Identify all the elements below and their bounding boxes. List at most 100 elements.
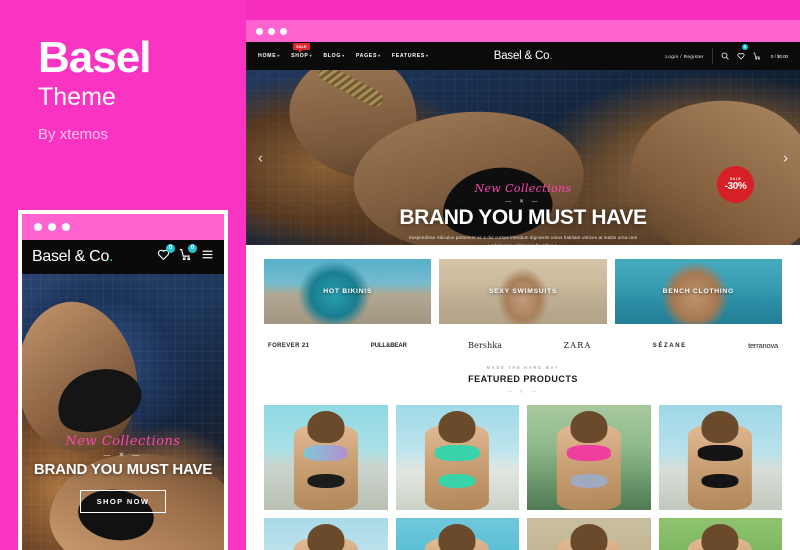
window-dot-minimize[interactable] xyxy=(268,27,275,35)
hero-headline: BRAND YOU MUST HAVE xyxy=(399,206,647,229)
hero-divider: — ✕ — xyxy=(103,452,143,459)
category-tiles: HOT BIKINIS SEXY SWIMSUITS BENCH CLOTHIN… xyxy=(246,245,800,334)
window-dot-minimize[interactable] xyxy=(48,223,56,231)
chevron-down-icon: ▾ xyxy=(426,53,429,58)
cart-total-text[interactable]: 0 / $0.00 xyxy=(771,54,788,59)
nav-label: HOME xyxy=(258,53,277,59)
chevron-down-icon: ▾ xyxy=(378,53,381,58)
wishlist-icon[interactable]: 0 xyxy=(737,44,748,65)
chevron-down-icon: ▾ xyxy=(342,53,345,58)
mobile-header-actions: 0 0 xyxy=(157,244,214,266)
nav-label: BLOG xyxy=(323,53,342,59)
site-logo-text: Basel & Co. xyxy=(493,50,553,62)
product-photo-top xyxy=(698,444,743,461)
hero-paragraph: Suspendisse ridiculus parturient ac a du… xyxy=(408,235,638,245)
product-photo-hair xyxy=(438,524,476,550)
brand-logo-pullandbear[interactable]: PULL&BEAR xyxy=(371,343,407,349)
nav-sale-badge: SALE xyxy=(293,43,310,53)
nav-item-blog[interactable]: BLOG▾ xyxy=(323,53,345,59)
login-register-link[interactable]: Login / Register xyxy=(665,54,704,59)
wishlist-icon[interactable]: 0 xyxy=(157,244,175,266)
brand-logo-forever21[interactable]: FOREVER 21 xyxy=(268,343,309,349)
header-actions: Login / Register 0 0 / $0.00 xyxy=(665,44,788,65)
product-photo-hair xyxy=(307,411,345,443)
category-tile-bench-clothing[interactable]: BENCH CLOTHING xyxy=(614,259,782,324)
product-photo-hair xyxy=(570,411,608,443)
window-dot-maximize[interactable] xyxy=(62,223,70,231)
window-dot-close[interactable] xyxy=(256,27,263,35)
nav-item-features[interactable]: FEATURES▾ xyxy=(392,53,429,59)
cart-icon[interactable] xyxy=(753,47,761,65)
product-grid xyxy=(246,401,800,550)
mobile-hero-slider[interactable]: New Collections — ✕ — BRAND YOU MUST HAV… xyxy=(22,274,224,550)
product-card[interactable] xyxy=(527,518,651,550)
product-card[interactable] xyxy=(658,518,782,550)
product-photo-bottom xyxy=(570,474,608,488)
product-card[interactable] xyxy=(395,518,519,550)
chevron-left-icon[interactable]: ‹ xyxy=(258,150,263,165)
product-card[interactable] xyxy=(264,518,388,550)
featured-products-heading: MADE THE HARD WAY FEATURED PRODUCTS — ✕ … xyxy=(246,361,800,401)
window-dot-close[interactable] xyxy=(34,223,42,231)
search-icon[interactable] xyxy=(721,47,729,65)
brand-logo-bershka[interactable]: Bershka xyxy=(468,341,502,350)
desktop-site-header: HOME▾ SALE SHOP▾ BLOG▾ PAGES▾ FEATURES▾ … xyxy=(246,42,800,70)
brand-logo-sezane[interactable]: SÉZANE xyxy=(653,343,687,349)
promo-byline: By xtemos xyxy=(38,126,109,143)
chevron-right-icon[interactable]: › xyxy=(783,150,788,165)
site-logo[interactable]: Basel & Co. xyxy=(494,50,553,62)
sale-badge-value: -30% xyxy=(724,181,747,192)
window-dot-maximize[interactable] xyxy=(280,27,287,35)
promo-title: Basel xyxy=(38,33,151,82)
featured-divider: — ✕ — xyxy=(507,389,539,395)
category-tile-sexy-swimsuits[interactable]: SEXY SWIMSUITS xyxy=(439,259,607,324)
hero-shop-now-button[interactable]: SHOP NOW xyxy=(79,489,167,513)
mobile-site-logo-text: Basel & Co. xyxy=(32,248,114,265)
product-photo-bottom xyxy=(701,474,739,488)
hero-divider: — ✕ — xyxy=(505,199,541,205)
mobile-site-logo[interactable]: Basel & Co. xyxy=(32,248,114,266)
product-card[interactable] xyxy=(658,405,782,510)
product-card[interactable] xyxy=(527,405,651,510)
cart-icon[interactable]: 0 xyxy=(179,244,197,266)
desktop-titlebar xyxy=(246,20,800,42)
brand-logo-terranova[interactable]: terranova xyxy=(748,341,778,350)
hero-content: New Collections — ✕ — BRAND YOU MUST HAV… xyxy=(246,182,800,245)
product-card[interactable] xyxy=(395,405,519,510)
mobile-site-header: Basel & Co. 0 0 xyxy=(22,240,224,274)
main-navigation: HOME▾ SALE SHOP▾ BLOG▾ PAGES▾ FEATURES▾ xyxy=(258,43,429,59)
featured-subtitle: MADE THE HARD WAY xyxy=(486,365,560,370)
chevron-down-icon: ▾ xyxy=(277,53,281,58)
wishlist-count: 0 xyxy=(166,244,175,253)
category-label: SEXY SWIMSUITS xyxy=(488,288,558,295)
category-tile-hot-bikinis[interactable]: HOT BIKINIS xyxy=(264,259,432,324)
product-photo-hair xyxy=(701,411,739,443)
mobile-titlebar xyxy=(22,214,224,240)
product-photo-hair xyxy=(570,524,608,550)
nav-label: PAGES xyxy=(355,53,378,59)
product-card[interactable] xyxy=(264,405,388,510)
brand-logo-zara[interactable]: ZARA xyxy=(564,341,592,350)
nav-item-shop[interactable]: SALE SHOP▾ xyxy=(291,43,313,59)
nav-label: SHOP xyxy=(291,53,309,59)
desktop-browser-mockup: HOME▾ SALE SHOP▾ BLOG▾ PAGES▾ FEATURES▾ … xyxy=(246,20,800,550)
chevron-down-icon: ▾ xyxy=(309,53,313,58)
hero-sale-badge: SALE -30% xyxy=(717,166,754,203)
category-label: HOT BIKINIS xyxy=(323,288,373,295)
product-photo-bottom xyxy=(438,474,476,488)
wishlist-count: 0 xyxy=(741,44,748,50)
hamburger-menu-icon[interactable] xyxy=(201,248,214,266)
nav-item-pages[interactable]: PAGES▾ xyxy=(356,53,381,59)
product-photo-hair xyxy=(307,524,345,550)
header-divider xyxy=(711,48,713,64)
hero-headline: BRAND YOU MUST HAVE xyxy=(33,461,213,478)
brand-logos-strip: FOREVER 21 PULL&BEAR Bershka ZARA SÉZANE… xyxy=(246,334,800,361)
category-label: BENCH CLOTHING xyxy=(662,288,734,295)
mobile-browser-mockup: Basel & Co. 0 0 New Collections — ✕ — BR… xyxy=(18,210,228,550)
product-photo-top xyxy=(303,444,348,461)
nav-item-home[interactable]: HOME▾ xyxy=(258,53,280,59)
hero-slider[interactable]: ‹ › SALE -30% New Collections — ✕ — BRAN… xyxy=(246,70,800,245)
product-photo-bottom xyxy=(307,474,345,488)
nav-label: FEATURES xyxy=(391,53,426,59)
product-photo-top xyxy=(435,444,480,461)
